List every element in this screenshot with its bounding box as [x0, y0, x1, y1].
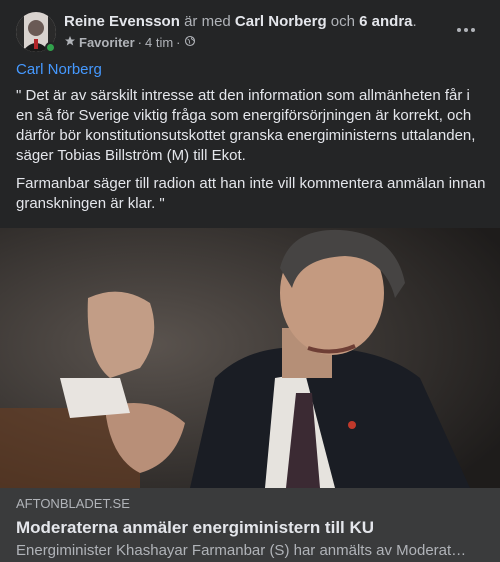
tagged-person[interactable]: Carl Norberg	[235, 13, 327, 30]
audience-label[interactable]: Favoriter	[79, 35, 135, 51]
post-meta: Favoriter · 4 tim ·	[64, 35, 196, 51]
article-photo	[0, 228, 500, 488]
star-icon	[64, 35, 76, 51]
meta-separator-2: ·	[176, 35, 181, 50]
and-text: och	[330, 13, 355, 30]
globe-icon[interactable]	[184, 35, 196, 51]
author-name[interactable]: Reine Evensson	[64, 13, 180, 30]
link-preview-info[interactable]: AFTONBLADET.SE Moderaterna anmäler energ…	[0, 488, 500, 562]
post-header: Reine Evensson är med Carl Norberg och 6…	[0, 0, 500, 58]
more-options-icon[interactable]	[452, 20, 480, 40]
meta-separator: ·	[137, 35, 142, 50]
link-title[interactable]: Moderaterna anmäler energiministern till…	[16, 518, 484, 538]
post-text: " Det är av särskilt intresse att den in…	[16, 86, 486, 214]
with-text: är med	[184, 13, 231, 30]
headline-period: .	[412, 13, 417, 30]
mention-link[interactable]: Carl Norberg	[16, 61, 102, 78]
post-paragraph: Farmanbar säger till radion att han inte…	[16, 175, 486, 212]
post-paragraph: " Det är av särskilt intresse att den in…	[16, 87, 476, 164]
online-status-indicator	[45, 42, 56, 53]
link-source: AFTONBLADET.SE	[16, 496, 130, 511]
post-headline: Reine Evensson är med Carl Norberg och 6…	[64, 13, 417, 31]
tagged-others[interactable]: 6 andra	[359, 13, 412, 30]
link-description: Energiminister Khashayar Farmanbar (S) h…	[16, 542, 467, 559]
link-preview-image[interactable]	[0, 228, 500, 488]
post-time[interactable]: 4 tim	[145, 35, 173, 51]
feed-post: Reine Evensson är med Carl Norberg och 6…	[0, 0, 500, 562]
